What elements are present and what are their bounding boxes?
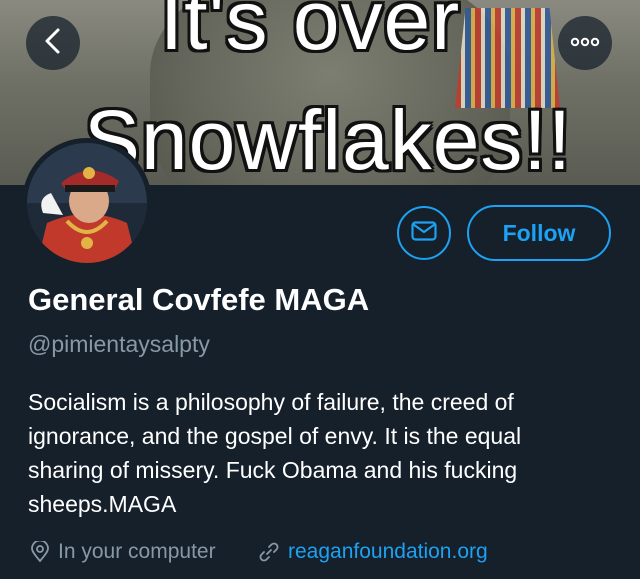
follow-button[interactable]: Follow [467,205,611,261]
bio-line: sharing of missery. Fuck Obama and his f… [28,457,518,483]
bio: Socialism is a philosophy of failure, th… [28,385,618,521]
location-pin-icon [30,541,50,563]
display-name: General Covfefe MAGA [28,282,370,317]
handle: @pimientaysalpty [28,331,210,357]
bio-line: ignorance, and the gospel of envy. It is… [28,423,522,449]
website-link[interactable]: reaganfoundation.org [288,540,488,564]
bio-line: Socialism is a philosophy of failure, th… [28,389,514,415]
bio-line: sheeps.MAGA [28,491,177,517]
avatar[interactable] [22,138,152,268]
banner-text-line1: It's over [159,0,461,67]
message-button[interactable] [397,206,451,260]
website[interactable]: reaganfoundation.org [258,538,488,566]
back-button[interactable] [26,16,80,70]
avatar-image [27,143,147,263]
more-options-button[interactable] [558,16,612,70]
link-icon [258,541,280,563]
location-text: In your computer [58,540,216,563]
more-icon [570,34,600,52]
chevron-left-icon [42,27,64,60]
location: In your computer [30,538,216,566]
envelope-icon [411,220,437,246]
